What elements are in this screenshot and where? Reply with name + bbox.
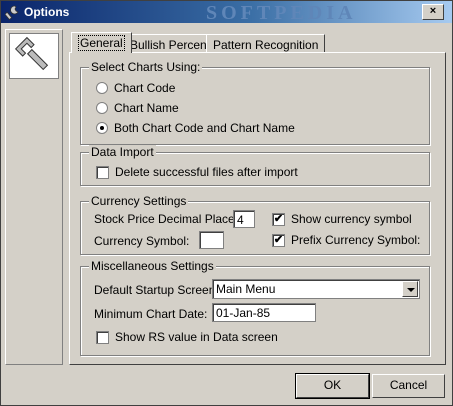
data-import-legend: Data Import bbox=[89, 145, 156, 159]
prefix-currency-checkbox[interactable]: ✔ bbox=[272, 233, 285, 247]
radio-chart-code-button[interactable] bbox=[96, 82, 108, 94]
select-charts-group: Select Charts Using: Chart Code Chart Na… bbox=[80, 60, 430, 145]
currency-symbol-label: Currency Symbol: bbox=[94, 234, 190, 248]
show-rs-checkbox[interactable] bbox=[96, 330, 109, 344]
wrench-logo bbox=[9, 33, 59, 79]
prefix-currency-option[interactable]: ✔ Prefix Currency Symbol: bbox=[272, 233, 420, 247]
decimal-places-label: Stock Price Decimal Places: bbox=[94, 212, 245, 226]
radio-both[interactable]: Both Chart Code and Chart Name bbox=[96, 121, 295, 135]
general-tab-panel: Select Charts Using: Chart Code Chart Na… bbox=[69, 52, 446, 365]
currency-symbol-input[interactable] bbox=[199, 231, 224, 249]
ok-button[interactable]: OK bbox=[295, 373, 370, 399]
radio-chart-name[interactable]: Chart Name bbox=[96, 101, 179, 115]
close-button[interactable]: × bbox=[422, 4, 444, 20]
startup-screen-select[interactable]: Main Menu bbox=[212, 279, 420, 299]
select-charts-legend: Select Charts Using: bbox=[89, 60, 203, 74]
radio-both-button[interactable] bbox=[96, 122, 108, 134]
tab-pattern-recognition[interactable]: Pattern Recognition bbox=[206, 34, 326, 52]
currency-settings-legend: Currency Settings bbox=[89, 194, 189, 208]
show-currency-checkbox[interactable]: ✔ bbox=[272, 212, 285, 226]
chevron-down-icon[interactable] bbox=[402, 281, 418, 297]
cancel-button[interactable]: Cancel bbox=[372, 374, 445, 398]
radio-chart-name-button[interactable] bbox=[96, 102, 108, 114]
tab-bullish-percent[interactable]: Bullish Percent bbox=[123, 34, 218, 52]
window-title: Options bbox=[24, 5, 70, 19]
min-chart-date-label: Minimum Chart Date: bbox=[94, 307, 208, 321]
currency-settings-group: Currency Settings Stock Price Decimal Pl… bbox=[80, 194, 430, 255]
watermark: SOFTPEDIA bbox=[206, 2, 357, 24]
data-import-group: Data Import Delete successful files afte… bbox=[80, 145, 430, 186]
delete-files-checkbox[interactable] bbox=[96, 165, 109, 179]
misc-settings-legend: Miscellaneous Settings bbox=[89, 259, 216, 273]
show-currency-option[interactable]: ✔ Show currency symbol bbox=[272, 212, 412, 226]
startup-screen-label: Default Startup Screen: bbox=[94, 283, 219, 297]
min-chart-date-input[interactable]: 01-Jan-85 bbox=[212, 303, 316, 322]
wrench-icon bbox=[14, 36, 49, 71]
title-bar[interactable]: SOFTPEDIA Options × bbox=[1, 1, 452, 24]
wrench-icon bbox=[5, 5, 19, 20]
radio-chart-code[interactable]: Chart Code bbox=[96, 81, 175, 95]
options-window: SOFTPEDIA Options × General Bullish Perc… bbox=[0, 0, 453, 406]
decimal-places-input[interactable]: 4 bbox=[233, 210, 255, 228]
delete-files-option[interactable]: Delete successful files after import bbox=[96, 165, 298, 179]
misc-settings-group: Miscellaneous Settings Default Startup S… bbox=[80, 259, 430, 356]
show-rs-option[interactable]: Show RS value in Data screen bbox=[96, 330, 278, 344]
tab-general[interactable]: General bbox=[71, 32, 132, 53]
